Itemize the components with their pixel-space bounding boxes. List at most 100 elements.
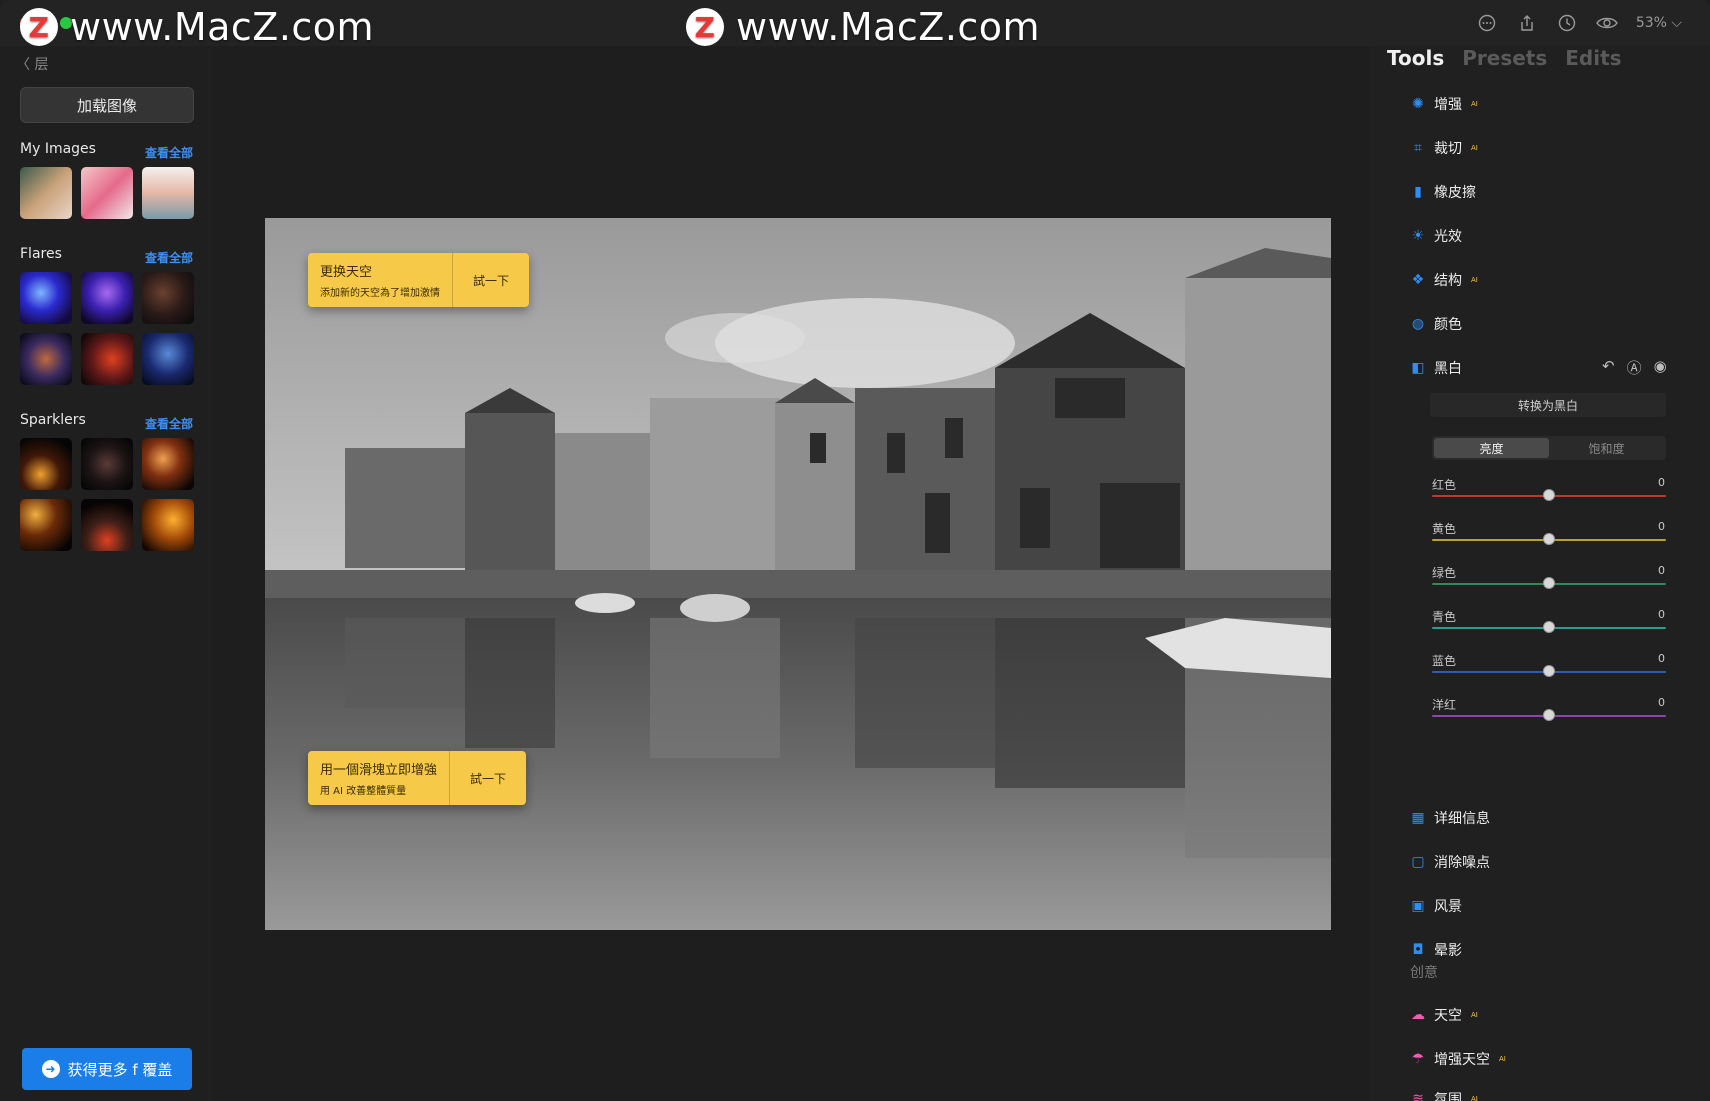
- segment-luminance[interactable]: 亮度: [1434, 438, 1549, 458]
- slider-label: 红色: [1432, 478, 1457, 492]
- tool-details-label: 详细信息: [1434, 811, 1490, 827]
- tool-crop[interactable]: ⌗ 裁切 AI: [1410, 138, 1478, 158]
- flare-thumb-5[interactable]: [81, 333, 133, 385]
- ai-badge: AI: [1471, 100, 1478, 108]
- tab-presets[interactable]: Presets: [1462, 46, 1547, 70]
- ai-badge: AI: [1471, 1011, 1478, 1019]
- flare-thumb-2[interactable]: [81, 272, 133, 324]
- app-window: Z www.MacZ.com Z www.MacZ.com 53% ⌵ 〈 层: [0, 0, 1710, 1101]
- my-image-thumb-3[interactable]: [142, 167, 194, 219]
- watermark-logo: Z: [20, 8, 58, 46]
- replace-sky-try-button[interactable]: 試一下: [453, 253, 529, 307]
- undo-icon[interactable]: ↶: [1602, 357, 1615, 378]
- bw-actions: ↶ Ⓐ ◉: [1602, 357, 1667, 378]
- ai-enhance-tip: 用一個滑塊立即增強 用 AI 改善整體質量 試一下: [308, 751, 527, 805]
- sparkler-thumb-2[interactable]: [81, 438, 133, 490]
- tab-edits[interactable]: Edits: [1565, 46, 1621, 70]
- slider-value: 0: [1658, 520, 1665, 533]
- layers-panel: 〈 层 加载图像 My Images 查看全部 Flares 查看全部 Spar…: [0, 46, 214, 1101]
- share-icon[interactable]: [1516, 12, 1538, 34]
- sparkler-thumb-4[interactable]: [20, 499, 72, 551]
- replace-sky-tip-subtitle: 添加新的天空為了增加激情: [320, 288, 440, 299]
- slider-knob[interactable]: [1543, 489, 1555, 501]
- my-images-view-all-link[interactable]: 查看全部: [145, 144, 193, 161]
- tool-color-label: 颜色: [1434, 317, 1462, 333]
- sparkler-thumb-6[interactable]: [142, 499, 194, 551]
- arrow-right-icon: ➜: [41, 1060, 60, 1078]
- flare-thumb-4[interactable]: [20, 333, 72, 385]
- segment-saturation[interactable]: 饱和度: [1549, 438, 1664, 458]
- tool-landscape-label: 风景: [1434, 899, 1462, 915]
- color-icon: ◍: [1411, 316, 1425, 332]
- tool-atmosphere-label: 氛围: [1434, 1092, 1462, 1101]
- zoom-level-select[interactable]: 53% ⌵: [1636, 15, 1682, 31]
- load-image-button[interactable]: 加载图像: [20, 87, 194, 123]
- tools-panel: Tools Presets Edits ✺ 增强 AI ⌗ 裁切 AI ▮ 橡皮擦 …: [1370, 46, 1710, 1101]
- visibility-toggle-icon[interactable]: ◉: [1654, 357, 1667, 378]
- tool-eraser[interactable]: ▮ 橡皮擦: [1410, 182, 1476, 202]
- flares-view-all-link[interactable]: 查看全部: [145, 249, 193, 266]
- tool-color[interactable]: ◍ 颜色: [1410, 314, 1462, 334]
- eye-icon[interactable]: [1595, 12, 1618, 34]
- structure-icon: ❖: [1411, 272, 1425, 288]
- convert-to-bw-button[interactable]: 转换为黑白: [1430, 393, 1666, 417]
- slider-value: 0: [1658, 696, 1665, 709]
- ai-enhance-try-button[interactable]: 試一下: [450, 751, 526, 805]
- landscape-icon: ▣: [1411, 898, 1425, 914]
- tool-black-white[interactable]: ◧ 黑白: [1410, 358, 1462, 378]
- my-image-thumb-2[interactable]: [81, 167, 133, 219]
- tool-sky[interactable]: ☁ 天空 AI: [1410, 1005, 1478, 1025]
- sparklers-title: Sparklers: [20, 412, 86, 428]
- watermark-text: www.MacZ.com: [736, 5, 1041, 49]
- ai-mask-icon[interactable]: Ⓐ: [1627, 357, 1642, 378]
- flares-title: Flares: [20, 246, 62, 262]
- sparkler-thumb-3[interactable]: [142, 438, 194, 490]
- tool-crop-label: 裁切: [1434, 141, 1462, 157]
- tool-denoise-label: 消除噪点: [1434, 855, 1490, 871]
- tool-structure[interactable]: ❖ 结构 AI: [1410, 270, 1478, 290]
- slider-knob[interactable]: [1543, 533, 1555, 545]
- get-more-overlays-button[interactable]: ➜ 获得更多 f 覆盖: [22, 1048, 192, 1090]
- back-button[interactable]: 〈 层: [16, 54, 48, 74]
- slider-value: 0: [1658, 652, 1665, 665]
- slider-value: 0: [1658, 564, 1665, 577]
- slider-knob[interactable]: [1543, 665, 1555, 677]
- panel-tabs: Tools Presets Edits: [1387, 46, 1622, 70]
- slider-label: 蓝色: [1432, 654, 1457, 668]
- sky-icon: ☁: [1411, 1007, 1425, 1023]
- tool-denoise[interactable]: ▢ 消除噪点: [1410, 852, 1490, 872]
- history-icon[interactable]: [1556, 12, 1578, 34]
- slider-value: 0: [1658, 608, 1665, 621]
- tool-light[interactable]: ☀ 光效: [1410, 226, 1462, 246]
- tool-landscape[interactable]: ▣ 风景: [1410, 896, 1462, 916]
- flare-thumb-1[interactable]: [20, 272, 72, 324]
- tool-sky-enhancer[interactable]: ☂ 增强天空 AI: [1410, 1049, 1506, 1069]
- my-images-title: My Images: [20, 141, 96, 157]
- tool-atmosphere[interactable]: ≋ 氛围 AI: [1410, 1089, 1478, 1101]
- vignette-icon: ◘: [1412, 942, 1424, 958]
- tool-enhance[interactable]: ✺ 增强 AI: [1410, 94, 1478, 114]
- bw-mode-segmented: 亮度 饱和度: [1432, 436, 1666, 460]
- bw-icon: ◧: [1411, 360, 1425, 376]
- watermark-text: www.MacZ.com: [70, 5, 375, 49]
- canal-photo: [265, 218, 1331, 930]
- my-image-thumb-1[interactable]: [20, 167, 72, 219]
- more-icon[interactable]: [1476, 12, 1498, 34]
- slider-label: 绿色: [1432, 566, 1457, 580]
- slider-knob[interactable]: [1543, 621, 1555, 633]
- replace-sky-tip-text: 更换天空 添加新的天空為了增加激情: [308, 253, 453, 307]
- sparkler-thumb-1[interactable]: [20, 438, 72, 490]
- slider-knob[interactable]: [1543, 709, 1555, 721]
- flare-thumb-3[interactable]: [142, 272, 194, 324]
- photo-canvas[interactable]: 更换天空 添加新的天空為了增加激情 試一下 用一個滑塊立即增強 用 AI 改善整…: [265, 218, 1331, 930]
- flare-thumb-6[interactable]: [142, 333, 194, 385]
- tool-details[interactable]: ▦ 详细信息: [1410, 808, 1490, 828]
- sparklers-view-all-link[interactable]: 查看全部: [145, 415, 193, 432]
- ai-badge: AI: [1471, 1095, 1478, 1101]
- tool-vignette[interactable]: ◘ 晕影: [1410, 940, 1462, 960]
- sparkler-thumb-5[interactable]: [81, 499, 133, 551]
- slider-knob[interactable]: [1543, 577, 1555, 589]
- tab-tools[interactable]: Tools: [1387, 46, 1444, 70]
- cta-label: 获得更多 f 覆盖: [67, 1060, 173, 1079]
- slider-label: 黄色: [1432, 522, 1457, 536]
